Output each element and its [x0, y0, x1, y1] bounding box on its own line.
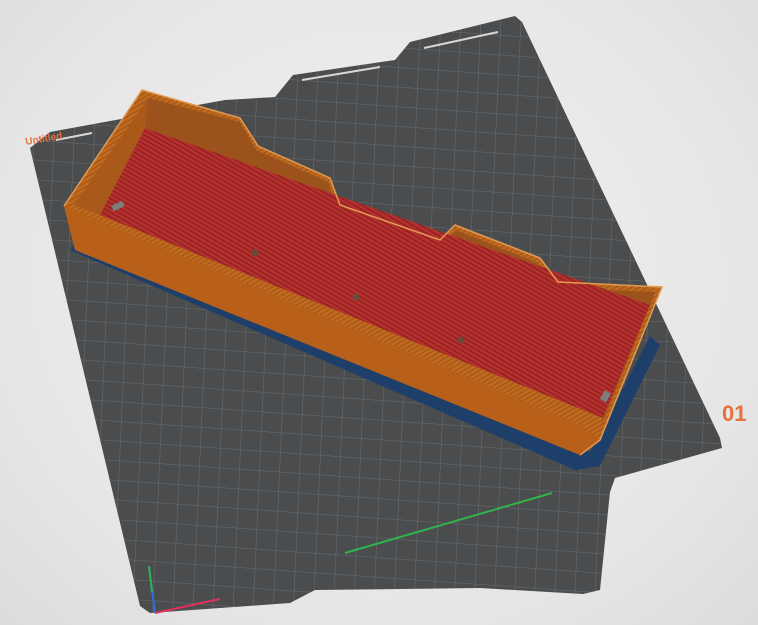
mounting-hole: [352, 293, 360, 301]
mounting-hole: [457, 336, 465, 344]
plate-number-label: 01: [722, 401, 746, 426]
mounting-hole: [251, 249, 259, 257]
3d-viewport[interactable]: Untitled 01: [0, 0, 758, 625]
build-plate-scene[interactable]: Untitled 01: [0, 0, 758, 625]
